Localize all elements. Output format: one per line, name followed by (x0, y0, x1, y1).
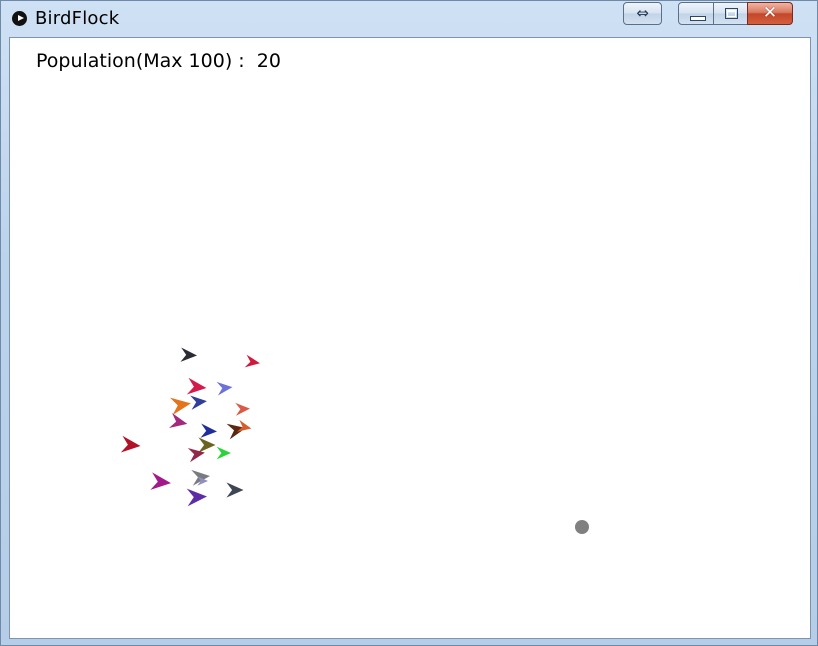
bird-shape (216, 381, 233, 396)
bird-6 (190, 395, 207, 410)
bird-shape (186, 488, 207, 507)
maximize-icon (725, 8, 738, 19)
bird-shape (190, 395, 207, 410)
bird-shape (216, 446, 231, 460)
bird-shape (186, 377, 207, 395)
bird-1 (180, 347, 197, 362)
bird-12 (120, 435, 141, 453)
bird-9 (200, 423, 217, 438)
minimize-icon (690, 16, 706, 21)
flock-scene (120, 347, 589, 534)
bird-shape (150, 472, 171, 490)
close-icon: ✕ (762, 3, 778, 23)
bird-18 (186, 488, 207, 507)
bird-shape (235, 402, 250, 416)
minimize-button[interactable] (678, 2, 714, 25)
bird-shape (169, 413, 188, 428)
bird-19 (226, 482, 244, 498)
app-window: BirdFlock ⇔ ✕ Population(Max 100) : 20 (0, 0, 818, 646)
maximize-button[interactable] (713, 2, 748, 25)
sketch-canvas[interactable]: Population(Max 100) : 20 (9, 37, 811, 639)
bird-17 (150, 472, 171, 490)
switch-window-button[interactable]: ⇔ (623, 2, 662, 25)
bird-shape (226, 482, 244, 498)
bird-13 (198, 437, 216, 453)
bird-shape (120, 435, 141, 453)
title-bar[interactable]: BirdFlock ⇔ ✕ (1, 1, 817, 37)
bird-shape (200, 423, 217, 438)
bird-8 (169, 413, 188, 428)
bird-3 (186, 377, 207, 395)
window-title: BirdFlock (35, 8, 120, 29)
bird-7 (235, 402, 250, 416)
bird-2 (244, 354, 260, 368)
switch-arrows-icon: ⇔ (636, 4, 649, 22)
bird-4 (216, 381, 233, 396)
target-dot (575, 520, 589, 534)
processing-play-icon (12, 11, 27, 26)
bird-shape (198, 437, 216, 453)
close-button[interactable]: ✕ (747, 2, 793, 25)
bird-14 (216, 446, 231, 460)
bird-shape (169, 397, 191, 416)
bird-5 (169, 397, 191, 416)
bird-shape (180, 347, 197, 362)
bird-shape (244, 354, 260, 368)
